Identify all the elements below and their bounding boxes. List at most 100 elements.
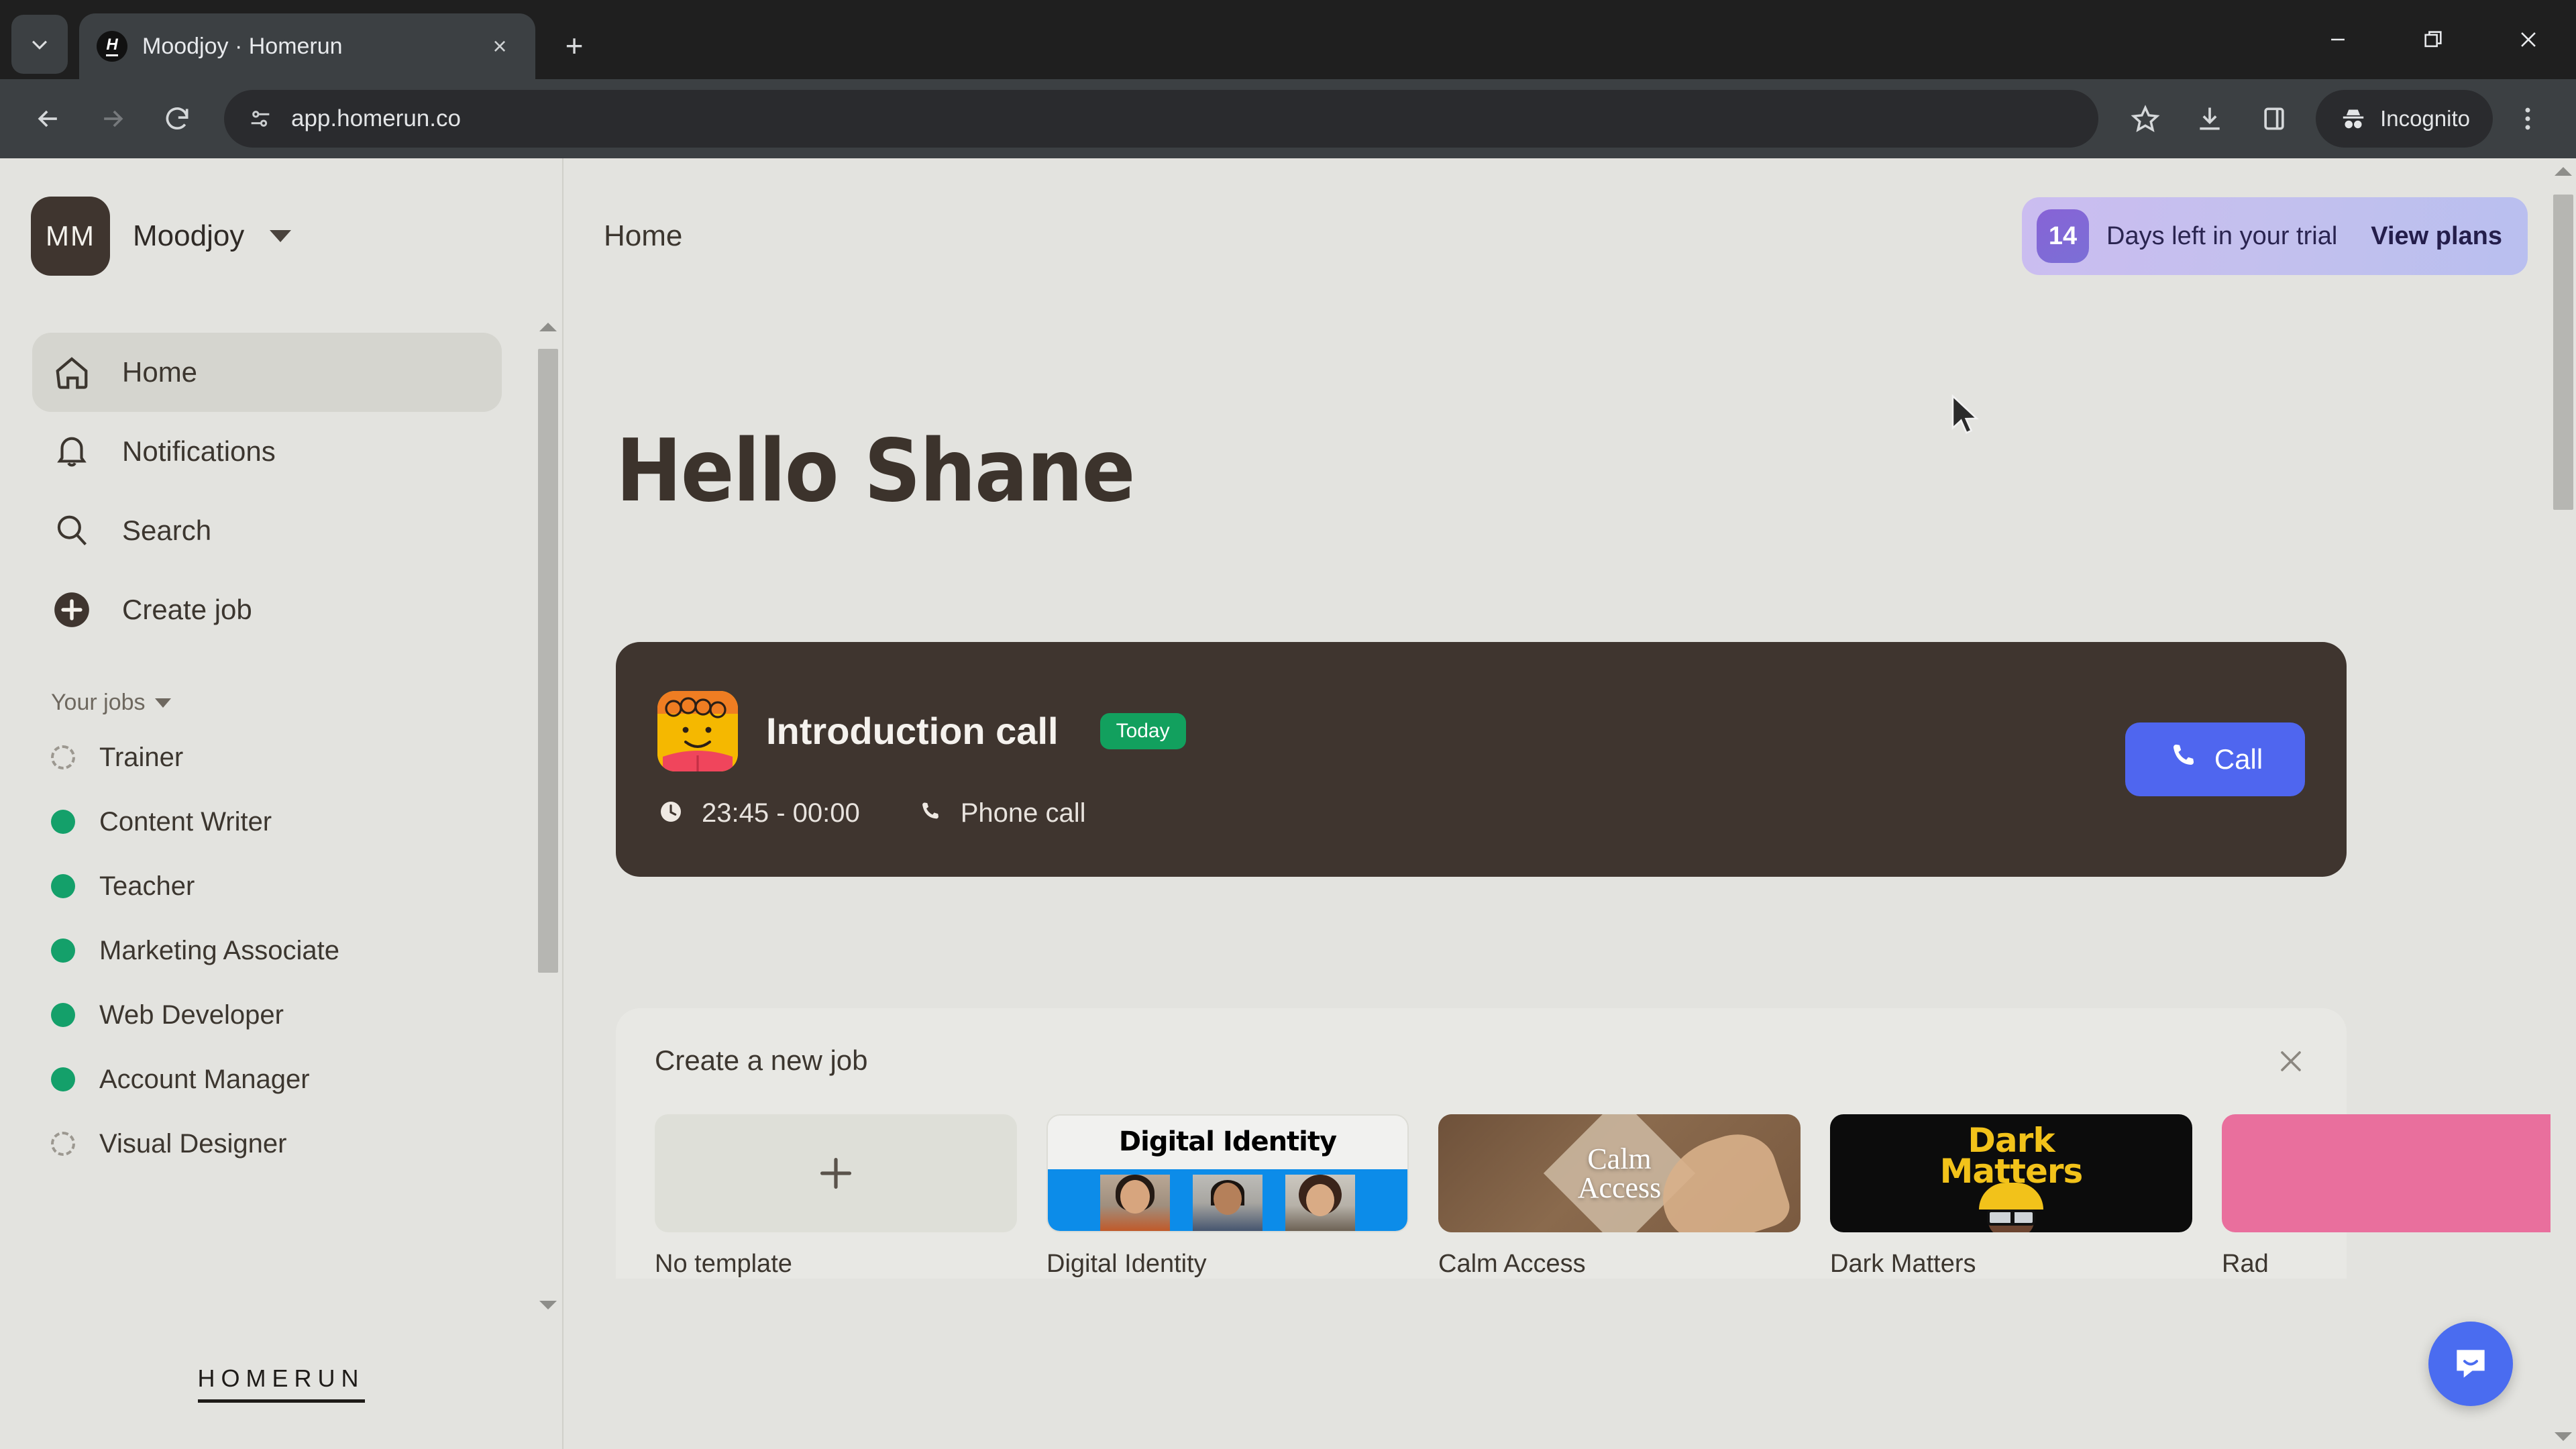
scrollbar-track[interactable] bbox=[535, 339, 561, 1292]
chevron-down-icon bbox=[32, 40, 48, 50]
template-thumb-title: Digital Identity bbox=[1118, 1126, 1337, 1157]
page-title: Home bbox=[604, 219, 683, 252]
template-thumb[interactable] bbox=[655, 1114, 1017, 1232]
list-item[interactable]: Content Writer bbox=[0, 790, 535, 854]
browser-tab[interactable]: H Moodjoy · Homerun × bbox=[79, 13, 535, 79]
scrollbar-thumb[interactable] bbox=[2553, 195, 2573, 510]
template-card-digital-identity[interactable]: Digital Identity Digital Identity bbox=[1046, 1114, 1409, 1279]
chevron-down-icon bbox=[154, 698, 171, 708]
triangle-up-icon bbox=[2555, 166, 2572, 176]
profile-incognito-button[interactable]: Incognito bbox=[2316, 90, 2493, 148]
downloads-button[interactable] bbox=[2180, 89, 2239, 148]
sidebar-scrollbar[interactable] bbox=[535, 314, 561, 1318]
list-item[interactable]: Visual Designer bbox=[0, 1112, 535, 1176]
close-icon[interactable] bbox=[2270, 1040, 2312, 1082]
template-thumb[interactable]: Dark Matters bbox=[1830, 1114, 2192, 1232]
tab-search-button[interactable] bbox=[11, 15, 68, 74]
scroll-up-arrow[interactable] bbox=[2551, 158, 2576, 184]
sidebar-item-create-job[interactable]: Create job bbox=[32, 570, 502, 649]
phone-icon bbox=[2167, 740, 2200, 779]
forward-button[interactable] bbox=[83, 89, 142, 148]
tune-icon[interactable] bbox=[247, 105, 274, 132]
your-jobs-label: Your jobs bbox=[51, 690, 146, 715]
intercom-launcher-button[interactable] bbox=[2428, 1322, 2513, 1406]
minimize-icon bbox=[2331, 38, 2345, 41]
org-switcher[interactable]: MM Moodjoy bbox=[0, 158, 562, 314]
clock-icon bbox=[657, 798, 684, 828]
bookmark-button[interactable] bbox=[2116, 89, 2175, 148]
close-icon[interactable]: × bbox=[482, 28, 518, 64]
avatar: MM bbox=[31, 197, 110, 276]
page-scrollbar[interactable] bbox=[2551, 158, 2576, 1449]
close-icon bbox=[2521, 32, 2536, 47]
incognito-icon bbox=[2343, 109, 2364, 129]
browser-menu-button[interactable] bbox=[2498, 89, 2557, 148]
template-card-dark-matters[interactable]: Dark Matters Dark Matters bbox=[1830, 1114, 2192, 1279]
window-controls bbox=[2290, 0, 2576, 79]
template-label: Dark Matters bbox=[1830, 1250, 1976, 1278]
template-card-no-template[interactable]: No template bbox=[655, 1114, 1017, 1279]
side-panel-button[interactable] bbox=[2245, 89, 2304, 148]
job-label: Teacher bbox=[99, 871, 195, 901]
list-item[interactable]: Trainer bbox=[0, 725, 535, 790]
sidebar-item-home[interactable]: Home bbox=[32, 333, 502, 412]
template-card-radical[interactable]: Rad bbox=[2222, 1114, 2576, 1279]
close-window-button[interactable] bbox=[2481, 0, 2576, 79]
status-badge bbox=[51, 745, 75, 769]
template-thumb[interactable]: Calm Access bbox=[1438, 1114, 1801, 1232]
upcoming-event-card[interactable]: Introduction call Today 23:45 - 00:00 Ph… bbox=[616, 642, 2347, 877]
event-title-row: Introduction call Today bbox=[657, 690, 2125, 771]
sidebar-item-notifications[interactable]: Notifications bbox=[32, 412, 502, 491]
person-illustration-avatar bbox=[657, 690, 738, 771]
address-bar[interactable]: app.homerun.co bbox=[224, 90, 2099, 148]
back-button[interactable] bbox=[19, 89, 78, 148]
trial-days-badge: 14 bbox=[2037, 209, 2090, 263]
minimize-button[interactable] bbox=[2290, 0, 2385, 79]
your-jobs-header[interactable]: Your jobs bbox=[51, 690, 535, 716]
download-icon bbox=[2200, 107, 2220, 130]
reload-icon bbox=[166, 107, 189, 130]
bell-icon bbox=[51, 431, 93, 472]
job-label: Content Writer bbox=[99, 806, 272, 837]
list-item[interactable]: Web Developer bbox=[0, 983, 535, 1047]
template-thumb[interactable]: Digital Identity bbox=[1046, 1114, 1409, 1232]
list-item[interactable]: Marketing Associate bbox=[0, 918, 535, 983]
template-card-calm-access[interactable]: Calm Access Calm Access bbox=[1438, 1114, 1801, 1279]
event-type: Phone call bbox=[960, 798, 1086, 828]
view-plans-link[interactable]: View plans bbox=[2371, 222, 2502, 251]
template-photo-band bbox=[1048, 1169, 1407, 1231]
maximize-button[interactable] bbox=[2385, 0, 2481, 79]
scroll-down-arrow[interactable] bbox=[535, 1292, 561, 1318]
scrollbar-track[interactable] bbox=[2551, 184, 2576, 1424]
triangle-up-icon bbox=[539, 322, 557, 331]
event-time: 23:45 - 00:00 bbox=[702, 798, 860, 828]
browser-toolbar: app.homerun.co Incognito bbox=[0, 79, 2576, 158]
status-badge: Today bbox=[1099, 712, 1186, 749]
plus-circle-icon bbox=[51, 589, 93, 631]
more-vertical-icon bbox=[2525, 107, 2530, 130]
phone-icon bbox=[918, 799, 943, 828]
reload-button[interactable] bbox=[148, 89, 207, 148]
list-item[interactable]: Account Manager bbox=[0, 1047, 535, 1112]
thumb-title-line1: Calm bbox=[1587, 1142, 1652, 1175]
status-badge bbox=[51, 1003, 75, 1027]
template-thumb[interactable] bbox=[2222, 1114, 2576, 1232]
sidebar-nav: Home Notifications Search Create job bbox=[0, 314, 535, 649]
status-badge bbox=[51, 810, 75, 834]
sidebar-footer: HOMERUN bbox=[0, 1318, 562, 1449]
list-item[interactable]: Teacher bbox=[0, 854, 535, 918]
url-text[interactable]: app.homerun.co bbox=[291, 105, 461, 132]
scrollbar-thumb[interactable] bbox=[538, 349, 558, 973]
triangle-down-icon bbox=[539, 1300, 557, 1309]
job-label: Visual Designer bbox=[99, 1128, 287, 1159]
call-button[interactable]: Call bbox=[2125, 722, 2305, 796]
sidebar-item-search[interactable]: Search bbox=[32, 491, 502, 570]
scroll-down-arrow[interactable] bbox=[2551, 1424, 2576, 1449]
new-tab-button[interactable]: + bbox=[550, 21, 598, 70]
restore-icon bbox=[2424, 31, 2442, 48]
scroll-up-arrow[interactable] bbox=[535, 314, 561, 339]
portrait-photo bbox=[1100, 1175, 1170, 1231]
star-icon bbox=[2131, 105, 2160, 132]
status-badge bbox=[51, 874, 75, 898]
chat-bubble-icon bbox=[2457, 1350, 2485, 1378]
